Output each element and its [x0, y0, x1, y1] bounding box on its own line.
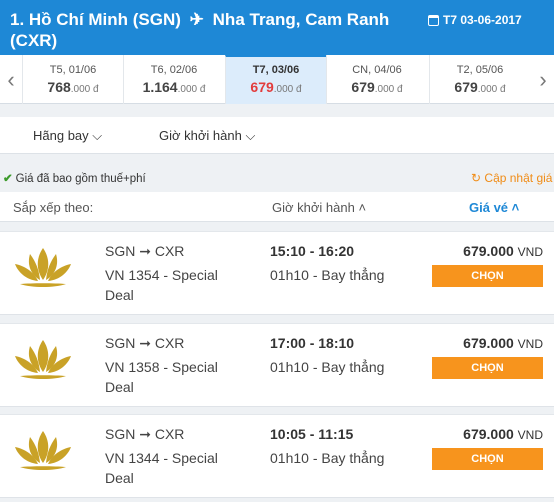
date-price: 679.000 đ	[454, 79, 506, 95]
sort-by-price[interactable]: Giá vé ˄	[469, 200, 519, 215]
flight-times: 10:05 - 11:15	[270, 426, 354, 442]
date-label: CN, 04/06	[352, 64, 402, 76]
sort-by-time[interactable]: Giờ khởi hành ˄	[272, 200, 366, 215]
select-flight-button[interactable]: CHỌN	[432, 265, 543, 287]
flight-number: VN 1358 - Special Deal	[105, 359, 218, 395]
sort-label: Sắp xếp theo:	[13, 200, 94, 215]
flight-number: VN 1344 - Special Deal	[105, 450, 218, 486]
airline-lotus-logo-icon	[15, 340, 71, 379]
caret-up-icon: ˄	[358, 200, 367, 215]
flight-duration: 01h10 - Bay thẳng	[270, 267, 385, 283]
check-icon: ✔	[3, 173, 13, 185]
date-label: T6, 02/06	[150, 64, 198, 76]
header-date-text: T7 03-06-2017	[443, 13, 522, 27]
chevron-down-icon: ⌵	[92, 128, 103, 143]
flight-duration: 01h10 - Bay thẳng	[270, 359, 385, 375]
date-label: T5, 01/06	[49, 64, 97, 76]
flight-price: 679.000 VND	[463, 335, 543, 351]
next-date-arrow-icon[interactable]: ›	[532, 55, 554, 104]
route-title: 1. Hồ Chí Minh (SGN) ✈ Nha Trang, Cam Ra…	[10, 9, 420, 51]
header-date: T7 03-06-2017	[428, 13, 522, 27]
route-segment: SGN ➞ CXR	[105, 426, 185, 442]
airline-lotus-logo-icon	[15, 248, 71, 287]
date-selector: ‹ T5, 01/06 768.000 đ T6, 02/06 1.164.00…	[0, 55, 554, 104]
tax-included-note: ✔ Giá đã bao gồm thuế+phí	[3, 173, 146, 185]
sort-bar: Sắp xếp theo: Giờ khởi hành ˄ Giá vé ˄	[0, 192, 554, 222]
select-flight-button[interactable]: CHỌN	[432, 357, 543, 379]
caret-up-icon: ˄	[511, 200, 520, 215]
price-note-bar: ✔ Giá đã bao gồm thuế+phí ↻ Cập nhật giá	[0, 165, 554, 191]
flight-card: SGN ➞ CXR VN 1354 - Special Deal 15:10 -…	[0, 231, 554, 315]
date-option-0[interactable]: T5, 01/06 768.000 đ	[22, 55, 123, 104]
flight-price: 679.000 VND	[463, 426, 543, 442]
refresh-icon: ↻	[471, 171, 482, 185]
update-price-link[interactable]: ↻ Cập nhật giá	[471, 171, 552, 185]
flight-price: 679.000 VND	[463, 243, 543, 259]
flight-times: 17:00 - 18:10	[270, 335, 355, 351]
date-price: 679.000 đ	[250, 79, 302, 95]
plane-icon: ✈	[189, 10, 204, 29]
flight-card: SGN ➞ CXR VN 1358 - Special Deal 17:00 -…	[0, 323, 554, 407]
airline-filter[interactable]: Hãng bay ⌵	[33, 128, 102, 144]
origin-city: 1. Hồ Chí Minh (SGN)	[10, 10, 181, 29]
airline-lotus-logo-icon	[15, 431, 71, 470]
filter-bar: Hãng bay ⌵ Giờ khởi hành ⌵	[0, 117, 554, 154]
date-option-3[interactable]: CN, 04/06 679.000 đ	[326, 55, 427, 104]
date-label: T2, 05/06	[456, 64, 504, 76]
route-header: 1. Hồ Chí Minh (SGN) ✈ Nha Trang, Cam Ra…	[0, 0, 554, 55]
route-segment: SGN ➞ CXR	[105, 335, 185, 351]
depart-time-filter[interactable]: Giờ khởi hành ⌵	[159, 128, 255, 144]
chevron-down-icon: ⌵	[245, 128, 256, 143]
date-price: 1.164.000 đ	[142, 79, 206, 95]
date-option-4[interactable]: T2, 05/06 679.000 đ	[429, 55, 530, 104]
flight-times: 15:10 - 16:20	[270, 243, 355, 259]
flight-duration: 01h10 - Bay thẳng	[270, 450, 385, 466]
flight-number: VN 1354 - Special Deal	[105, 267, 218, 303]
calendar-icon	[428, 14, 439, 26]
date-label: T7, 03/06	[252, 64, 300, 76]
date-price: 679.000 đ	[351, 79, 403, 95]
flight-card: SGN ➞ CXR VN 1344 - Special Deal 10:05 -…	[0, 414, 554, 498]
date-price: 768.000 đ	[47, 79, 99, 95]
date-option-1[interactable]: T6, 02/06 1.164.000 đ	[123, 55, 224, 104]
prev-date-arrow-icon[interactable]: ‹	[0, 55, 22, 104]
route-segment: SGN ➞ CXR	[105, 243, 185, 259]
date-option-2-selected[interactable]: T7, 03/06 679.000 đ	[225, 55, 326, 104]
select-flight-button[interactable]: CHỌN	[432, 448, 543, 470]
